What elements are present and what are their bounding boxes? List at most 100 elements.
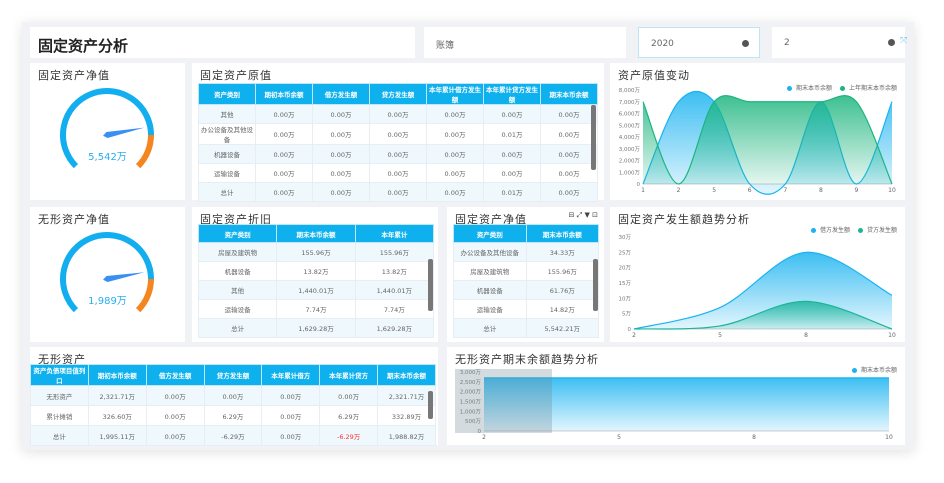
fullscreen-icon[interactable]: ⤧: [900, 36, 907, 46]
y-tick-label: 4,000万: [619, 134, 641, 141]
column-header[interactable]: 借方发生额: [312, 83, 370, 105]
intangible-table: 资产负债项目值列口 期初本币余额 借方发生额 贷方发生额 本年累计借方 本年累计贷方 期末本…: [30, 364, 436, 446]
fixed-net-gauge-panel: 固定资产净值 5,542万: [30, 63, 185, 200]
column-header[interactable]: 资产类别: [453, 224, 527, 243]
table-cell: 0.00万: [312, 144, 370, 164]
column-header[interactable]: 资产负债项目值列口: [30, 364, 89, 386]
column-header[interactable]: 期初本币余额: [87, 364, 147, 386]
table-row[interactable]: 累计摊销 326.60万 0.00万 6.29万 0.00万 6.29万 332.89万: [30, 405, 436, 426]
y-tick-label: 0: [628, 327, 632, 333]
column-header[interactable]: 本年累计: [354, 224, 435, 243]
table-cell: 0.00万: [483, 163, 541, 183]
y-tick-label: 7,000万: [619, 99, 641, 106]
table-cell: 0.00万: [426, 104, 484, 124]
panel-title: 固定资产净值: [38, 69, 110, 82]
x-tick-label: 2: [482, 434, 486, 441]
column-header[interactable]: 本年累计借方发生额: [426, 83, 484, 105]
column-header[interactable]: 本年累计贷方发生额: [483, 83, 541, 105]
table-row[interactable]: 总计 0.00万 0.00万 0.00万 0.00万 0.01万 0.00万: [198, 182, 598, 202]
column-header[interactable]: 期末本币余额: [525, 224, 599, 243]
ledger-filter[interactable]: 账簿: [424, 27, 626, 58]
table-cell: 0.00万: [145, 425, 205, 446]
table-cell: 5,542.21万: [525, 318, 599, 338]
chart: 0500万1,000万1,500万2,000万2,500万3,000万2 5 8 10: [455, 369, 893, 441]
column-header[interactable]: 期初本币余额: [255, 83, 313, 105]
table-cell: 0.00万: [483, 144, 541, 164]
table-row[interactable]: 无形资产 2,321.71万 0.00万 0.00万 0.00万 0.00万 2,321.7…: [30, 385, 436, 406]
table-cell: 0.00万: [255, 144, 313, 164]
clear-icon[interactable]: [888, 39, 895, 46]
table-cell: 155.96万: [354, 242, 435, 262]
trend-chart-panel: 固定资产发生额趋势分析 借方发生额 贷方发生额 0 5万 10万 15万 20万 25万 30…: [610, 207, 905, 342]
column-header[interactable]: 资产类别: [197, 224, 278, 243]
table-row[interactable]: 其他 0.00万 0.00万 0.00万 0.00万 0.00万 0.00万: [198, 104, 598, 124]
table-cell: 155.96万: [525, 261, 599, 281]
gauge-value: 5,542万: [88, 152, 127, 163]
table-cell: 0.00万: [312, 123, 370, 145]
column-header[interactable]: 期末本币余额: [377, 364, 436, 386]
table-cell: 0.00万: [255, 182, 313, 202]
scrollbar[interactable]: [428, 391, 433, 419]
period-filter[interactable]: 2: [772, 27, 905, 58]
table-cell: 机器设备: [453, 280, 527, 300]
table-row[interactable]: 房屋及建筑物 155.96万: [453, 261, 599, 281]
table-cell: 无形资产: [30, 385, 89, 406]
table-row[interactable]: 办公设备及其他设备 34.33万: [453, 242, 599, 262]
table-cell: 0.00万: [255, 163, 313, 183]
column-header[interactable]: 本年累计借方: [261, 364, 321, 386]
table-cell: 13.82万: [276, 261, 356, 281]
table-cell: 0.00万: [312, 104, 370, 124]
column-header[interactable]: 期末本币余额: [276, 224, 356, 243]
table-row[interactable]: 总计 5,542.21万: [453, 318, 599, 338]
table-cell: 0.00万: [369, 104, 427, 124]
table-cell: 0.00万: [540, 144, 598, 164]
scrollbar[interactable]: [428, 259, 433, 311]
table-row[interactable]: 运输设备 14.82万: [453, 299, 599, 319]
table-cell: 0.00万: [312, 163, 370, 183]
original-value-table: 资产类别 期初本币余额 借方发生额 贷方发生额 本年累计借方发生额 本年累计贷方发生额 期末…: [198, 83, 598, 202]
table-row[interactable]: 总计 1,629.28万 1,629.28万: [197, 318, 435, 338]
table-row[interactable]: 总计 1,995.11万 0.00万 -6.29万 0.00万 -6.29万 1,988.8…: [30, 425, 436, 446]
table-cell: 1,629.28万: [276, 318, 356, 338]
table-cell: 总计: [197, 318, 278, 338]
x-tick-label: 1: [641, 187, 645, 194]
table-cell: 机器设备: [198, 144, 256, 164]
clear-icon[interactable]: [742, 40, 749, 47]
table-cell: 0.00万: [145, 405, 205, 426]
table-cell: 0.00万: [426, 144, 484, 164]
table-row[interactable]: 运输设备 0.00万 0.00万 0.00万 0.00万 0.00万 0.00万: [198, 163, 598, 183]
column-header[interactable]: 本年累计贷方: [319, 364, 379, 386]
table-row[interactable]: 机器设备 13.82万 13.82万: [197, 261, 435, 281]
chart: 0 1,000万 2,000万 3,000万 4,000万 5,000万 6,000万 7,0…: [619, 87, 896, 195]
scrollbar[interactable]: [591, 105, 596, 170]
table-cell: 2,321.71万: [87, 385, 147, 406]
intangible-panel: 无形资产 资产负债项目值列口 期初本币余额 借方发生额 贷方发生额 本年累计借方 本年累计…: [30, 347, 438, 446]
table-row[interactable]: 机器设备 61.76万: [453, 280, 599, 300]
column-header[interactable]: 借方发生额: [145, 364, 205, 386]
toolbar-icons[interactable]: ⊟ ⤢ ▼ ⊡: [569, 211, 598, 220]
scrollbar[interactable]: [593, 259, 598, 311]
table-cell: 0.00万: [312, 182, 370, 202]
x-tick-label: 10: [888, 332, 896, 339]
y-tick-label: 30万: [619, 234, 632, 241]
y-tick-label: 0: [637, 182, 641, 188]
intangible-trend-chart-panel: 无形资产期末余额趋势分析 期末本币余额 0 500万 1,000万 1,500万 2,0…: [447, 347, 905, 445]
table-cell: 0.00万: [540, 182, 598, 202]
y-tick-label: 3,000万: [619, 146, 641, 153]
column-header[interactable]: 资产类别: [198, 83, 256, 105]
table-row[interactable]: 其他 1,440.01万 1,440.01万: [197, 280, 435, 300]
y-tick-label: 6,000万: [619, 111, 641, 118]
ledger-filter-value: 账簿: [436, 41, 455, 51]
table-row[interactable]: 办公设备及其他设备 0.00万 0.00万 0.00万 0.00万 0.01万 0.00万: [198, 123, 598, 145]
column-header[interactable]: 贷方发生额: [369, 83, 427, 105]
table-row[interactable]: 机器设备 0.00万 0.00万 0.00万 0.00万 0.00万 0.00万: [198, 144, 598, 164]
year-filter[interactable]: 2020: [638, 27, 760, 58]
column-header[interactable]: 贷方发生额: [203, 364, 263, 386]
zoom-selection[interactable]: [455, 369, 552, 433]
x-tick-label: 5: [718, 332, 722, 339]
chart: 0 5万 10万 15万 20万 25万 30万 2 5 8 10: [619, 234, 896, 339]
table-row[interactable]: 运输设备 7.74万 7.74万: [197, 299, 435, 319]
column-header[interactable]: 期末本币余额: [540, 83, 598, 105]
table-cell: 0.00万: [540, 163, 598, 183]
table-row[interactable]: 房屋及建筑物 155.96万 155.96万: [197, 242, 435, 262]
